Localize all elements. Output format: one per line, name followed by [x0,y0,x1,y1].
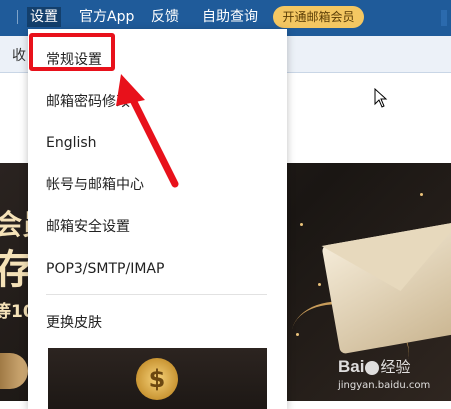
baidu-paw-icon [365,360,380,375]
annotation-arrow-icon [116,74,179,188]
watermark-url: jingyan.baidu.com [338,380,431,391]
watermark-cn-text: 经验 [380,358,411,376]
watermark-brand: Bai [338,357,365,376]
baidu-jingyan-watermark: Bai 经验 jingyan.baidu.com [338,356,430,391]
mouse-cursor-icon [374,88,388,108]
